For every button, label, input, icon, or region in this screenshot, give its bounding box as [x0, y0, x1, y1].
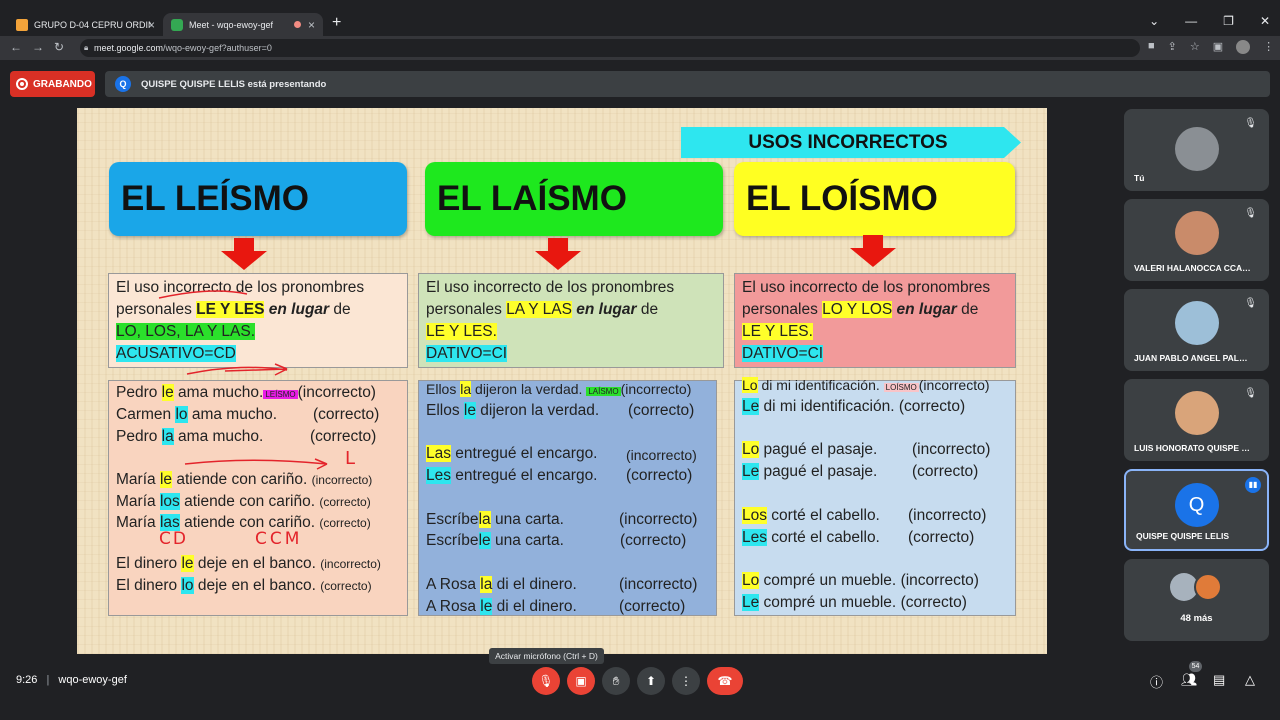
- leave-call-button[interactable]: ☎︎: [707, 667, 743, 695]
- new-tab-button[interactable]: +: [332, 14, 341, 32]
- recording-label: GRABANDO: [33, 78, 92, 90]
- hand-icon: ✋︎: [612, 673, 620, 688]
- more-participants-tile[interactable]: 48 más: [1124, 559, 1269, 641]
- restore-icon[interactable]: ❐: [1223, 14, 1234, 28]
- window-controls: ⌄ — ❐ ✕: [1149, 14, 1270, 28]
- participant-name: LUIS HONORATO QUISPE HUAMAN: [1134, 443, 1254, 453]
- participant-name: QUISPE QUISPE LELIS: [1136, 531, 1230, 541]
- more-label: 48 más: [1180, 613, 1213, 624]
- close-icon[interactable]: ×: [148, 18, 155, 32]
- camera-button[interactable]: ▣: [567, 667, 595, 695]
- url-host: meet.google.com: [94, 43, 164, 53]
- camera-off-icon: ▣: [575, 674, 587, 688]
- url-path: /wqo-ewoy-gef?authuser=0: [163, 43, 272, 53]
- meeting-info: 9:26 | wqo-ewoy-gef: [16, 674, 127, 686]
- classroom-icon: [16, 18, 28, 31]
- close-window-icon[interactable]: ✕: [1260, 14, 1270, 28]
- participant-tile-presenter[interactable]: Q ▮▮ QUISPE QUISPE LELIS: [1124, 469, 1269, 551]
- mic-button[interactable]: 🎙︎: [532, 667, 560, 695]
- tab-label: GRUPO D-04 CEPRU ORDINARIO: [34, 19, 152, 30]
- avatar: [1194, 573, 1222, 601]
- participant-tile[interactable]: 🎙︎ JUAN PABLO ANGEL PALOMINO: [1124, 289, 1269, 371]
- participants-count: 54: [1189, 661, 1202, 672]
- presenter-avatar: Q: [115, 76, 131, 92]
- pen-annotations: [158, 290, 328, 470]
- chevron-down-icon[interactable]: ⌄: [1149, 14, 1159, 28]
- annotation-cd: CD: [159, 529, 188, 549]
- activities-icon[interactable]: △: [1245, 672, 1255, 688]
- forward-icon[interactable]: →: [32, 40, 44, 54]
- chat-icon[interactable]: ▤: [1213, 672, 1225, 688]
- present-button[interactable]: ⬆: [637, 667, 665, 695]
- tab-label: Meet - wqo-ewoy-gef: [189, 19, 274, 30]
- minimize-icon[interactable]: —: [1185, 14, 1197, 28]
- avatar: Q: [1174, 483, 1219, 527]
- participant-name: VALERI HALANOCCA CCAHUANA: [1134, 263, 1254, 273]
- annotation-ccm: CCM: [255, 529, 303, 549]
- mic-off-icon: 🎙︎: [1244, 388, 1257, 399]
- star-icon[interactable]: ☆: [1190, 40, 1200, 54]
- participant-tile[interactable]: 🎙︎ Tú: [1124, 109, 1269, 191]
- record-icon: [16, 78, 28, 90]
- participant-tile[interactable]: 🎙︎ VALERI HALANOCCA CCAHUANA: [1124, 199, 1269, 281]
- tab-cepru[interactable]: GRUPO D-04 CEPRU ORDINARIO ×: [8, 13, 163, 36]
- avatar: [1174, 391, 1219, 435]
- participant-name: JUAN PABLO ANGEL PALOMINO: [1134, 353, 1254, 363]
- mic-off-icon: 🎙︎: [538, 674, 554, 688]
- raise-hand-button[interactable]: ✋︎: [602, 667, 630, 695]
- mic-off-icon: 🎙︎: [1244, 298, 1257, 309]
- menu-icon[interactable]: ⋮: [1263, 40, 1274, 54]
- camera-icon[interactable]: ■: [1148, 40, 1155, 54]
- mic-tooltip: Activar micrófono (Ctrl + D): [489, 648, 604, 664]
- tab-bar: GRUPO D-04 CEPRU ORDINARIO × Meet - wqo-…: [0, 0, 1280, 36]
- address-field[interactable]: 🔒︎ meet.google.com/wqo-ewoy-gef?authuser…: [80, 39, 1140, 57]
- clock: 9:26: [16, 674, 38, 686]
- speaking-icon: ▮▮: [1245, 477, 1261, 493]
- people-icon[interactable]: 👥︎: [1181, 672, 1198, 688]
- mic-off-icon: 🎙︎: [1244, 208, 1257, 219]
- mic-off-icon: 🎙︎: [1244, 118, 1257, 129]
- meeting-code: wqo-ewoy-gef: [58, 674, 127, 686]
- more-vert-icon: ⋮: [680, 674, 692, 688]
- avatar: [1174, 127, 1219, 171]
- sidepanel-icon[interactable]: ▣: [1213, 40, 1223, 54]
- present-icon: ⬆: [645, 674, 657, 688]
- participant-tile[interactable]: 🎙︎ LUIS HONORATO QUISPE HUAMAN: [1124, 379, 1269, 461]
- presenting-banner: Q QUISPE QUISPE LELIS está presentando: [105, 71, 1270, 97]
- close-icon[interactable]: ×: [308, 18, 315, 32]
- meet-icon: [171, 18, 183, 31]
- info-icon[interactable]: ⓘ: [1150, 672, 1163, 691]
- more-options-button[interactable]: ⋮: [672, 667, 700, 695]
- annotation-l: L: [345, 448, 356, 469]
- tab-meet[interactable]: Meet - wqo-ewoy-gef ×: [163, 13, 323, 36]
- avatar: [1174, 301, 1219, 345]
- reload-icon[interactable]: ↻: [54, 40, 64, 54]
- share-icon[interactable]: ⇪: [1168, 40, 1177, 54]
- back-icon[interactable]: ←: [10, 40, 22, 54]
- participant-name: Tú: [1134, 173, 1145, 183]
- avatar: [1174, 211, 1219, 255]
- profile-avatar[interactable]: [1236, 40, 1251, 54]
- toolbar-icons: ■ ⇪ ☆ ▣ ⋮: [1148, 40, 1274, 54]
- lock-icon: 🔒︎: [84, 43, 89, 52]
- presentation-slide: USOS INCORRECTOS EL LEÍSMO EL LAÍSMO EL …: [77, 108, 1047, 654]
- phone-hangup-icon: ☎︎: [717, 674, 733, 688]
- recording-dot-icon: [294, 21, 301, 28]
- presenting-text: QUISPE QUISPE LELIS está presentando: [141, 78, 327, 90]
- recording-badge: GRABANDO: [10, 71, 95, 97]
